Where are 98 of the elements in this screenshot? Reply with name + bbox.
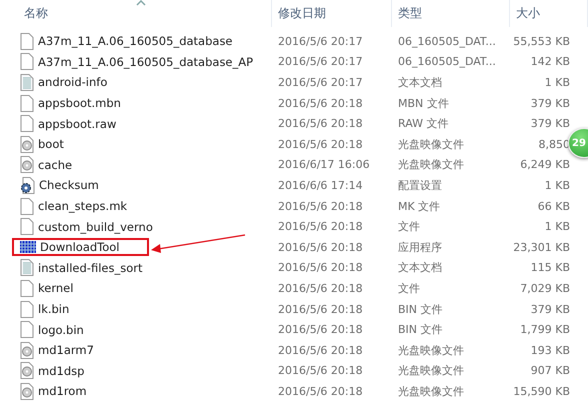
file-size: 1,799 KB bbox=[519, 323, 570, 336]
file-type: 配置设置 bbox=[397, 178, 443, 193]
file-type: 光盘映像文件 bbox=[397, 342, 465, 358]
file-type: BIN 文件 bbox=[397, 322, 444, 338]
modified-date: 2016/5/6 20:18 bbox=[277, 96, 364, 110]
modified-date: 2016/5/6 20:18 bbox=[277, 302, 364, 316]
file-size: 1 KB bbox=[544, 178, 570, 192]
file-type: 光盘映像文件 bbox=[397, 384, 465, 399]
file-type: 文件 bbox=[397, 219, 421, 234]
file-name[interactable]: md1arm7 bbox=[38, 343, 94, 358]
file-name[interactable]: A37m_11_A.06_160505_database_AP bbox=[38, 54, 254, 69]
file-size: 379 KB bbox=[530, 96, 570, 110]
file-size: 1 KB bbox=[544, 220, 570, 234]
file-icon bbox=[20, 32, 34, 50]
file-size: 7,029 KB bbox=[519, 282, 570, 295]
modified-date: 2016/5/6 20:18 bbox=[277, 220, 364, 234]
modified-date: 2016/5/6 20:18 bbox=[277, 200, 364, 213]
file-icon bbox=[20, 94, 34, 112]
file-type: 06_160505_DAT... bbox=[397, 34, 497, 48]
modified-date: 2016/6/17 16:06 bbox=[277, 158, 371, 172]
column-header[interactable]: 名称 bbox=[0, 0, 272, 27]
file-size: 15,590 KB bbox=[512, 384, 570, 398]
modified-date: 2016/5/6 20:18 bbox=[277, 138, 364, 151]
application-icon bbox=[20, 241, 36, 254]
column-label: 名称 bbox=[24, 5, 48, 22]
modified-date: 2016/5/6 20:18 bbox=[277, 240, 364, 254]
file-icon bbox=[20, 53, 34, 70]
file-size: 142 KB bbox=[530, 55, 570, 68]
file-name[interactable]: installed-files_sort bbox=[38, 260, 142, 275]
column-label: 类型 bbox=[398, 5, 422, 22]
file-type: MK 文件 bbox=[397, 198, 442, 214]
file-icon bbox=[20, 321, 34, 338]
gear-file-icon bbox=[20, 176, 35, 194]
file-name[interactable]: appsboot.raw bbox=[38, 116, 116, 131]
file-name[interactable]: md1rom bbox=[38, 384, 87, 398]
file-name[interactable]: android-info bbox=[38, 75, 108, 90]
modified-date: 2016/5/6 20:17 bbox=[277, 55, 364, 68]
file-icon bbox=[20, 300, 34, 318]
file-name[interactable]: cache bbox=[38, 158, 72, 172]
file-name[interactable]: DownloadTool bbox=[40, 240, 120, 254]
modified-date: 2016/5/6 20:17 bbox=[277, 76, 364, 89]
modified-date: 2016/5/6 20:18 bbox=[277, 261, 364, 274]
modified-date: 2016/5/6 20:18 bbox=[277, 384, 364, 398]
file-type: 光盘映像文件 bbox=[397, 363, 465, 378]
file-name[interactable]: boot bbox=[38, 137, 64, 152]
file-type: MBN 文件 bbox=[397, 96, 450, 111]
disc-image-icon bbox=[20, 382, 34, 400]
file-size: 193 KB bbox=[530, 344, 570, 357]
file-size: 55,553 KB bbox=[512, 34, 570, 48]
file-size: 66 KB bbox=[536, 200, 570, 213]
file-size: 8,850 bbox=[538, 138, 570, 151]
column-header[interactable]: 修改日期 bbox=[272, 0, 392, 27]
file-size: 1 KB bbox=[544, 76, 570, 89]
column-label: 大小 bbox=[516, 5, 540, 22]
file-name[interactable]: A37m_11_A.06_160505_database bbox=[38, 34, 233, 48]
file-size: 907 KB bbox=[530, 364, 570, 378]
file-type: 文本文档 bbox=[397, 74, 443, 90]
file-type: BIN 文件 bbox=[397, 302, 444, 317]
file-type: RAW 文件 bbox=[397, 116, 450, 132]
disc-image-icon bbox=[20, 342, 34, 359]
column-header[interactable]: 大小 bbox=[510, 0, 588, 27]
file-name[interactable]: appsboot.mbn bbox=[38, 96, 121, 110]
text-file-icon bbox=[20, 74, 34, 91]
file-size: 379 KB bbox=[530, 302, 570, 316]
file-icon bbox=[20, 198, 34, 215]
modified-date: 2016/6/6 17:14 bbox=[277, 178, 364, 192]
disc-image-icon bbox=[20, 156, 34, 174]
modified-date: 2016/5/6 20:18 bbox=[277, 282, 364, 295]
file-type: 06_160505_DAT... bbox=[397, 55, 497, 68]
file-name[interactable]: clean_steps.mk bbox=[38, 199, 128, 214]
modified-date: 2016/5/6 20:18 bbox=[277, 344, 364, 357]
column-header[interactable]: 类型 bbox=[392, 0, 510, 27]
modified-date: 2016/5/6 20:18 bbox=[277, 364, 364, 378]
file-size: 379 KB bbox=[530, 117, 570, 130]
modified-date: 2016/5/6 20:18 bbox=[277, 323, 364, 336]
file-name[interactable]: logo.bin bbox=[38, 322, 84, 337]
column-label: 修改日期 bbox=[278, 5, 326, 22]
file-type: 光盘映像文件 bbox=[397, 157, 465, 172]
file-type: 文本文档 bbox=[397, 260, 443, 276]
modified-date: 2016/5/6 20:17 bbox=[277, 34, 364, 48]
text-file-icon bbox=[20, 259, 34, 276]
file-name[interactable]: kernel bbox=[38, 281, 74, 296]
file-name[interactable]: Checksum bbox=[39, 178, 99, 192]
file-size: 115 KB bbox=[530, 261, 570, 274]
file-icon bbox=[20, 218, 34, 236]
file-size: 23,301 KB bbox=[512, 240, 570, 254]
file-icon bbox=[20, 115, 34, 132]
file-type: 应用程序 bbox=[397, 240, 443, 255]
file-name[interactable]: md1dsp bbox=[38, 364, 84, 378]
file-type: 光盘映像文件 bbox=[397, 136, 465, 152]
file-icon bbox=[20, 280, 34, 297]
disc-image-icon bbox=[20, 362, 34, 380]
disc-image-icon bbox=[20, 136, 34, 153]
file-type: 文件 bbox=[397, 280, 421, 296]
file-name[interactable]: lk.bin bbox=[38, 302, 70, 316]
modified-date: 2016/5/6 20:18 bbox=[277, 117, 364, 130]
file-size: 6,249 KB bbox=[519, 158, 570, 172]
file-name[interactable]: custom_build_verno bbox=[38, 220, 153, 234]
